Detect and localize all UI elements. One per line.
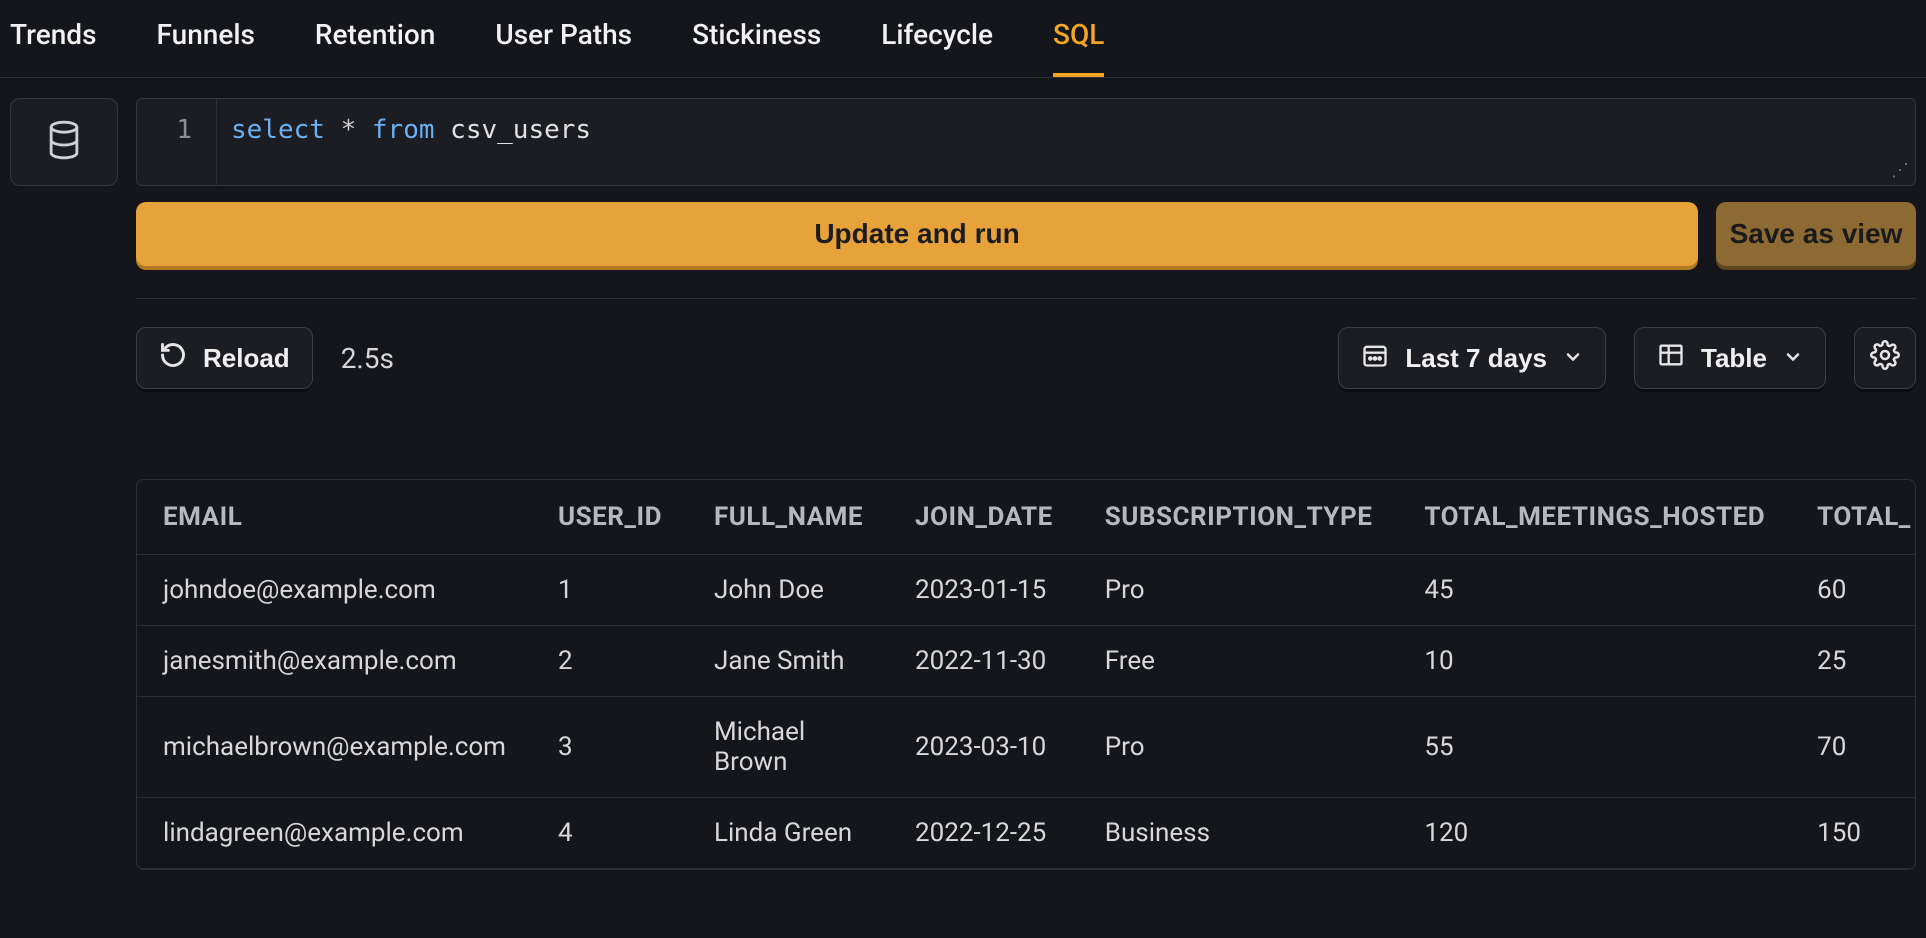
cell-join-date: 2022-12-25 bbox=[889, 798, 1079, 869]
cell-total: 70 bbox=[1791, 697, 1916, 798]
view-mode-selector[interactable]: Table bbox=[1634, 327, 1826, 389]
col-user-id[interactable]: USER_ID bbox=[532, 480, 688, 555]
table-header-row: EMAIL USER_ID FULL_NAME JOIN_DATE SUBSCR… bbox=[137, 480, 1916, 555]
update-and-run-button[interactable]: Update and run bbox=[136, 202, 1698, 266]
table-icon bbox=[1657, 341, 1685, 376]
tab-sql[interactable]: SQL bbox=[1053, 18, 1104, 77]
col-total-partial[interactable]: TOTAL_ bbox=[1791, 480, 1916, 555]
view-mode-label: Table bbox=[1701, 343, 1767, 374]
cell-total-meetings-hosted: 55 bbox=[1398, 697, 1791, 798]
cell-join-date: 2023-01-15 bbox=[889, 555, 1079, 626]
cell-subscription-type: Pro bbox=[1079, 555, 1399, 626]
database-schema-button[interactable] bbox=[10, 98, 118, 186]
calendar-icon bbox=[1361, 341, 1389, 376]
chevron-down-icon bbox=[1563, 343, 1583, 374]
sql-identifier: csv_users bbox=[450, 115, 591, 145]
date-range-selector[interactable]: Last 7 days bbox=[1338, 327, 1606, 389]
table-row[interactable]: michaelbrown@example.com 3 Michael Brown… bbox=[137, 697, 1916, 798]
sql-star: * bbox=[341, 115, 357, 145]
database-icon bbox=[46, 120, 82, 164]
settings-button[interactable] bbox=[1854, 327, 1916, 389]
date-range-label: Last 7 days bbox=[1405, 343, 1547, 374]
cell-full-name: Jane Smith bbox=[688, 626, 889, 697]
col-full-name[interactable]: FULL_NAME bbox=[688, 480, 889, 555]
col-subscription-type[interactable]: SUBSCRIPTION_TYPE bbox=[1079, 480, 1399, 555]
cell-total: 25 bbox=[1791, 626, 1916, 697]
cell-email: johndoe@example.com bbox=[137, 555, 532, 626]
gear-icon bbox=[1870, 340, 1900, 377]
reload-button[interactable]: Reload bbox=[136, 327, 313, 389]
cell-user-id: 3 bbox=[532, 697, 688, 798]
tab-lifecycle[interactable]: Lifecycle bbox=[881, 18, 993, 77]
tab-stickiness[interactable]: Stickiness bbox=[692, 18, 821, 77]
cell-email: lindagreen@example.com bbox=[137, 798, 532, 869]
cell-subscription-type: Business bbox=[1079, 798, 1399, 869]
col-join-date[interactable]: JOIN_DATE bbox=[889, 480, 1079, 555]
cell-subscription-type: Pro bbox=[1079, 697, 1399, 798]
sql-keyword: from bbox=[372, 115, 435, 145]
cell-total: 150 bbox=[1791, 798, 1916, 869]
save-as-view-button[interactable]: Save as view bbox=[1716, 202, 1916, 266]
cell-user-id: 2 bbox=[532, 626, 688, 697]
cell-total-meetings-hosted: 45 bbox=[1398, 555, 1791, 626]
editor-gutter: 1 bbox=[137, 99, 217, 185]
editor-actions: Update and run Save as view bbox=[136, 202, 1916, 266]
cell-full-name: Michael Brown bbox=[688, 697, 889, 798]
reload-label: Reload bbox=[203, 343, 290, 374]
cell-full-name: John Doe bbox=[688, 555, 889, 626]
results-table: EMAIL USER_ID FULL_NAME JOIN_DATE SUBSCR… bbox=[137, 480, 1916, 869]
divider bbox=[136, 298, 1916, 299]
sql-editor[interactable]: 1 select * from csv_users ⋰ bbox=[136, 98, 1916, 186]
tab-trends[interactable]: Trends bbox=[10, 18, 97, 77]
results-controls: Reload 2.5s Last 7 days bbox=[136, 327, 1916, 389]
table-row[interactable]: lindagreen@example.com 4 Linda Green 202… bbox=[137, 798, 1916, 869]
table-row[interactable]: janesmith@example.com 2 Jane Smith 2022-… bbox=[137, 626, 1916, 697]
chevron-down-icon bbox=[1783, 343, 1803, 374]
cell-total-meetings-hosted: 10 bbox=[1398, 626, 1791, 697]
col-total-meetings-hosted[interactable]: TOTAL_MEETINGS_HOSTED bbox=[1398, 480, 1791, 555]
cell-full-name: Linda Green bbox=[688, 798, 889, 869]
cell-user-id: 4 bbox=[532, 798, 688, 869]
cell-subscription-type: Free bbox=[1079, 626, 1399, 697]
insight-tabs: Trends Funnels Retention User Paths Stic… bbox=[0, 0, 1926, 78]
cell-join-date: 2022-11-30 bbox=[889, 626, 1079, 697]
query-duration: 2.5s bbox=[341, 342, 394, 375]
cell-email: janesmith@example.com bbox=[137, 626, 532, 697]
cell-total: 60 bbox=[1791, 555, 1916, 626]
results-table-container: EMAIL USER_ID FULL_NAME JOIN_DATE SUBSCR… bbox=[136, 479, 1916, 870]
tab-retention[interactable]: Retention bbox=[315, 18, 435, 77]
editor-code[interactable]: select * from csv_users bbox=[217, 99, 591, 185]
sql-keyword: select bbox=[231, 115, 325, 145]
col-email[interactable]: EMAIL bbox=[137, 480, 532, 555]
cell-join-date: 2023-03-10 bbox=[889, 697, 1079, 798]
tab-funnels[interactable]: Funnels bbox=[157, 18, 255, 77]
table-row[interactable]: johndoe@example.com 1 John Doe 2023-01-1… bbox=[137, 555, 1916, 626]
reload-icon bbox=[159, 341, 187, 376]
resize-handle-icon[interactable]: ⋰ bbox=[1891, 160, 1909, 181]
cell-email: michaelbrown@example.com bbox=[137, 697, 532, 798]
cell-user-id: 1 bbox=[532, 555, 688, 626]
tab-user-paths[interactable]: User Paths bbox=[495, 18, 632, 77]
cell-total-meetings-hosted: 120 bbox=[1398, 798, 1791, 869]
